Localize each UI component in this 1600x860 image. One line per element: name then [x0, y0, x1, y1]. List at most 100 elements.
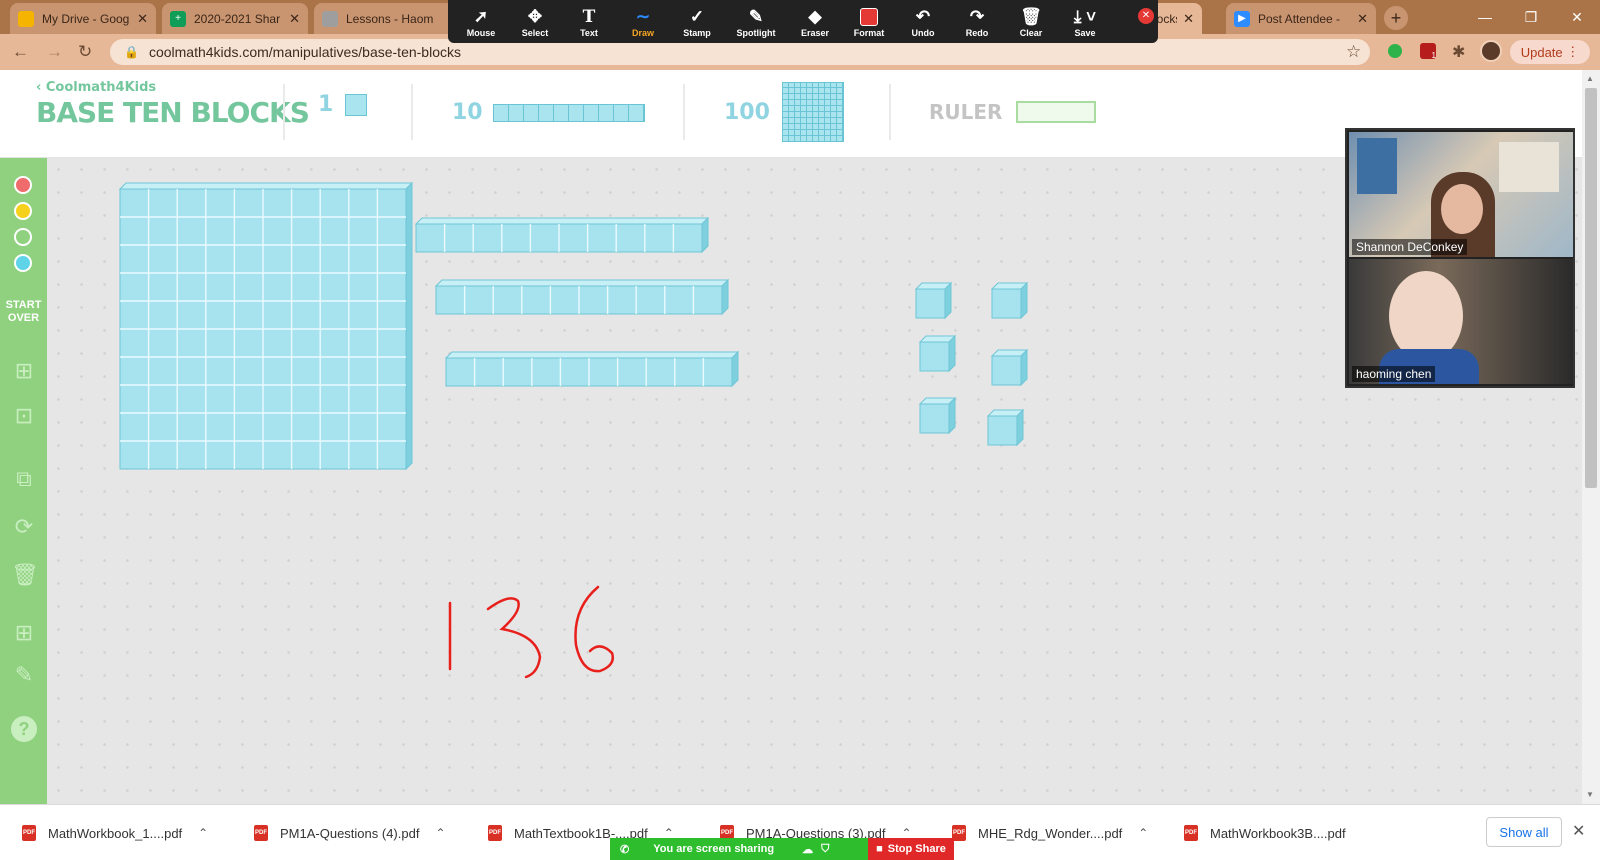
one-cube-block[interactable]: [990, 348, 1029, 387]
tab-lessons[interactable]: Lessons - Haom: [314, 3, 454, 34]
pdf-icon: PDF: [1184, 825, 1198, 841]
close-icon[interactable]: ✕: [137, 11, 148, 27]
hundred-flat-block[interactable]: [118, 181, 414, 471]
scroll-up-icon[interactable]: ▲: [1586, 74, 1594, 83]
download-item[interactable]: PDF MathWorkbook_1....pdf ⌃: [22, 819, 208, 847]
chevron-up-icon[interactable]: ⌃: [1138, 826, 1148, 840]
tab-my-drive[interactable]: My Drive - Goog ✕: [10, 3, 156, 34]
palette-label: 1: [318, 92, 334, 117]
undo-tool[interactable]: ↶ Undo: [896, 6, 950, 38]
ten-rod-block[interactable]: [434, 278, 730, 316]
close-icon[interactable]: ✕: [1183, 11, 1194, 27]
redo-tool[interactable]: ↷ Redo: [950, 6, 1004, 38]
puzzle-icon[interactable]: ✱: [1452, 42, 1465, 62]
one-cube-block[interactable]: [990, 281, 1029, 320]
duplicate-icon[interactable]: ⧉: [11, 466, 37, 492]
close-icon[interactable]: ✕: [1357, 11, 1368, 27]
ten-rod-block[interactable]: [444, 350, 740, 388]
clear-tool[interactable]: 🗑 Clear: [1004, 6, 1058, 38]
start-over-button[interactable]: START OVER: [0, 299, 47, 325]
shield-icon: ⛉: [821, 842, 830, 855]
chevron-up-icon[interactable]: ⌃: [435, 826, 445, 840]
ten-rod-block[interactable]: [414, 216, 710, 254]
select-area-icon[interactable]: ⊡: [11, 403, 37, 429]
format-tool[interactable]: Format: [842, 6, 896, 38]
save-icon: ⤓ ˅: [1073, 6, 1097, 26]
pdf-icon: PDF: [952, 825, 966, 841]
calculator-icon[interactable]: ⊞: [11, 620, 37, 646]
regroup-icon[interactable]: ⟳: [11, 514, 37, 540]
page-title: BASE TEN BLOCKS: [36, 96, 310, 129]
palette-ten-block[interactable]: 10: [452, 100, 645, 125]
tab-post-attendee[interactable]: ▶ Post Attendee - ✕: [1226, 3, 1376, 34]
update-button[interactable]: Update ⋮: [1510, 40, 1590, 64]
select-tool[interactable]: ✥ Select: [508, 6, 562, 38]
palette-ruler[interactable]: RULER: [929, 100, 1097, 124]
spotlight-tool[interactable]: ✎ Spotlight: [724, 6, 788, 38]
tab-sheets[interactable]: + 2020-2021 Shar ✕: [162, 3, 308, 34]
one-cube-block[interactable]: [986, 408, 1025, 447]
one-cube-block[interactable]: [918, 396, 957, 435]
scroll-thumb[interactable]: [1585, 88, 1597, 488]
group-blocks-icon[interactable]: ⊞: [11, 358, 37, 384]
mouse-tool[interactable]: ➚ Mouse: [454, 6, 508, 38]
tool-label: Select: [521, 27, 549, 38]
back-link[interactable]: ‹ Coolmath4Kids: [36, 80, 156, 95]
reload-icon[interactable]: ↻: [78, 42, 92, 62]
color-swatch-green[interactable]: [14, 228, 32, 246]
color-swatch-red[interactable]: [14, 176, 32, 194]
avatar[interactable]: [1480, 40, 1502, 62]
divider: [683, 84, 685, 140]
forward-icon[interactable]: →: [46, 42, 63, 62]
participant-video[interactable]: haoming chen: [1349, 259, 1573, 384]
download-item[interactable]: PDF PM1A-Questions (4).pdf ⌃: [254, 819, 446, 847]
draw-icon: ∼: [635, 6, 651, 26]
one-cube-block[interactable]: [918, 334, 957, 373]
format-icon: [860, 6, 878, 28]
restore-button[interactable]: ❐: [1508, 0, 1554, 34]
google-sheets-icon: +: [170, 10, 186, 27]
pdf-icon: PDF: [488, 825, 502, 841]
extension-icon[interactable]: [1388, 44, 1402, 58]
download-item[interactable]: PDF MathWorkbook3B....pdf: [1184, 819, 1346, 847]
extension-icon[interactable]: 1: [1420, 43, 1436, 60]
download-item[interactable]: PDF MHE_Rdg_Wonder....pdf ⌃: [952, 819, 1148, 847]
stop-annotate-icon[interactable]: ✕: [1138, 8, 1154, 24]
save-tool[interactable]: ⤓ ˅ Save: [1058, 6, 1112, 38]
one-cube-block[interactable]: [914, 281, 953, 320]
close-icon[interactable]: ✕: [1572, 821, 1585, 841]
cloud-icon: ☁: [802, 843, 814, 856]
color-swatch-yellow[interactable]: [14, 202, 32, 220]
scroll-down-icon[interactable]: ▼: [1586, 790, 1594, 799]
trash-icon[interactable]: 🗑: [11, 562, 39, 588]
url-text: coolmath4kids.com/manipulatives/base-ten…: [148, 44, 461, 60]
color-swatch-blue[interactable]: [14, 254, 32, 272]
palette-hundred-block[interactable]: 100: [724, 82, 844, 142]
vertical-scrollbar[interactable]: ▲ ▼: [1582, 70, 1600, 804]
participant-video[interactable]: Shannon DeConkey: [1349, 132, 1573, 257]
palette-one-block[interactable]: 1: [318, 92, 368, 117]
stamp-tool[interactable]: ✓ Stamp: [670, 6, 724, 38]
ruler-icon: [1016, 101, 1097, 123]
eraser-tool[interactable]: ◆ Eraser: [788, 6, 842, 38]
stop-share-button[interactable]: ■ Stop Share: [868, 838, 954, 860]
show-all-button[interactable]: Show all: [1486, 817, 1562, 847]
chevron-up-icon[interactable]: ⌃: [198, 826, 208, 840]
screen-share-bar: ✆ You are screen sharing ☁ ⛉ ■ Stop Shar…: [610, 838, 954, 860]
close-icon[interactable]: ✕: [289, 11, 300, 27]
new-tab-button[interactable]: +: [1384, 6, 1408, 30]
brand-logo-text: Coolmath4Kids: [45, 80, 157, 95]
minimize-button[interactable]: —: [1462, 0, 1508, 34]
star-icon[interactable]: ☆: [1346, 42, 1361, 62]
tool-label: Text: [580, 27, 598, 38]
help-icon[interactable]: ?: [11, 716, 37, 742]
tool-label: Draw: [631, 27, 654, 38]
pencil-icon[interactable]: ✎: [11, 662, 37, 688]
back-icon[interactable]: ←: [12, 42, 29, 62]
close-window-button[interactable]: ✕: [1554, 0, 1600, 34]
participant-video-panel[interactable]: Shannon DeConkey haoming chen: [1345, 128, 1575, 388]
draw-tool[interactable]: ∼ Draw: [616, 6, 670, 38]
tool-sidebar: START OVER ⊞ ⊡ ⧉ ⟳ 🗑 ⊞ ✎ ?: [0, 158, 47, 804]
redo-icon: ↷: [969, 6, 985, 26]
text-tool[interactable]: T Text: [562, 6, 616, 38]
